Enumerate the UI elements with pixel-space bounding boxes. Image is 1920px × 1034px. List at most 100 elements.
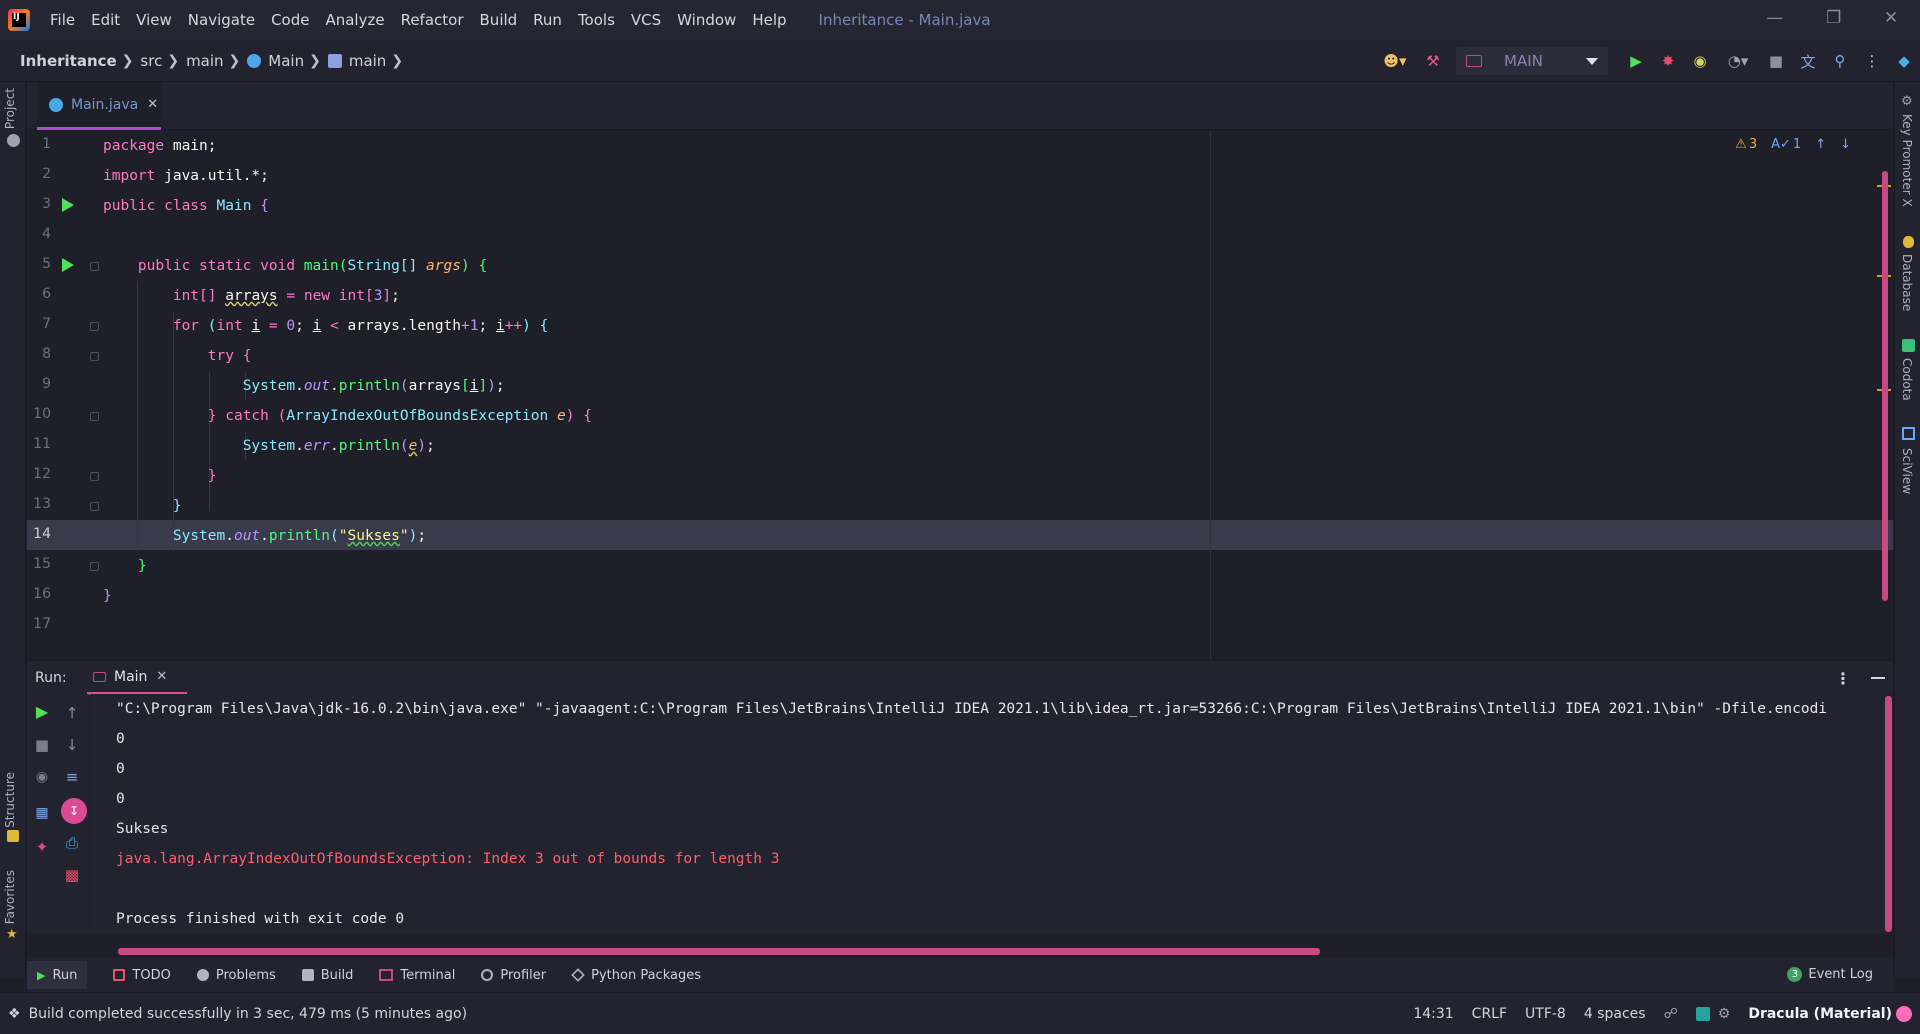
console-line: Process finished with exit code 0: [116, 911, 405, 927]
indent-setting[interactable]: 4 spaces: [1584, 1006, 1646, 1022]
inspection-widget[interactable]: ⚠ 3 A✓ 1 ↑ ↓: [1735, 137, 1851, 152]
database-tool-tab[interactable]: Database: [1900, 254, 1914, 311]
key-promoter-tool-tab[interactable]: Key Promoter X: [1900, 114, 1914, 207]
structure-tool-tab[interactable]: Structure: [3, 772, 17, 828]
code-editor[interactable]: 1 2 3 4 5 6 7 8 9 10 11 12 13 14 15 16 1…: [27, 131, 1893, 659]
code-with-me-icon[interactable]: ☻▾: [1380, 52, 1410, 70]
soft-wrap-icon[interactable]: ≡: [61, 766, 83, 788]
menu-refactor[interactable]: Refactor: [393, 11, 472, 29]
tool-tab-build[interactable]: Build: [301, 968, 353, 983]
tool-tab-event-log[interactable]: 3 Event Log: [1787, 967, 1873, 982]
menu-view[interactable]: View: [128, 11, 180, 29]
rerun-icon[interactable]: ▶: [31, 700, 53, 722]
caret-position[interactable]: 14:31: [1413, 1006, 1453, 1022]
menu-vcs[interactable]: VCS: [623, 11, 669, 29]
menu-analyze[interactable]: Analyze: [317, 11, 392, 29]
file-encoding[interactable]: UTF-8: [1525, 1006, 1566, 1022]
menu-help[interactable]: Help: [744, 11, 794, 29]
editor-scrollbar[interactable]: [1882, 171, 1888, 601]
favorites-tool-tab[interactable]: Favorites: [3, 870, 17, 924]
console-output[interactable]: "C:\Program Files\Java\jdk-16.0.2\bin\ja…: [90, 694, 1892, 934]
tool-tab-todo[interactable]: TODO: [113, 968, 171, 983]
profile-icon[interactable]: ◔▾: [1723, 52, 1753, 70]
breadcrumb-class[interactable]: Main: [268, 52, 304, 70]
tool-tab-python-packages[interactable]: Python Packages: [571, 968, 701, 983]
tool-tab-profiler[interactable]: Profiler: [481, 968, 546, 983]
fold-icon[interactable]: [90, 412, 99, 421]
console-horizontal-scrollbar[interactable]: [118, 948, 1320, 955]
code-line-11: System.err.println(e);: [242, 438, 435, 454]
tab-main-java[interactable]: Main.java ✕: [37, 82, 161, 130]
fold-icon[interactable]: [90, 352, 99, 361]
lock-icon[interactable]: ☍: [1664, 1006, 1678, 1022]
memory-icon[interactable]: ⚙: [1718, 1006, 1731, 1022]
debug-icon[interactable]: ✸: [1659, 52, 1677, 70]
scroll-up-icon[interactable]: ↑: [61, 702, 83, 724]
pin-icon[interactable]: ✦: [31, 836, 53, 858]
menu-window[interactable]: Window: [669, 11, 744, 29]
plugin-icon[interactable]: ◆: [1895, 52, 1913, 70]
breadcrumb-package[interactable]: main: [186, 52, 223, 70]
trash-icon[interactable]: ▩: [61, 864, 83, 886]
tool-tab-run[interactable]: ▶ Run: [27, 961, 88, 989]
fold-icon[interactable]: [90, 562, 99, 571]
run-icon[interactable]: ▶: [1627, 52, 1645, 70]
run-with-coverage-icon[interactable]: ◉: [1691, 52, 1709, 70]
more-actions-icon[interactable]: ⋮: [1863, 52, 1881, 70]
previous-highlight-icon[interactable]: ↑: [1815, 137, 1826, 152]
menu-build[interactable]: Build: [472, 11, 526, 29]
run-configuration-select[interactable]: MAIN: [1456, 47, 1608, 75]
line-number: 15: [33, 556, 51, 572]
camera-icon[interactable]: ◉: [31, 766, 53, 788]
close-window-icon[interactable]: ✕: [1884, 8, 1898, 28]
menu-tools[interactable]: Tools: [570, 11, 623, 29]
print-icon[interactable]: ⎙: [61, 832, 83, 854]
sciview-tool-tab[interactable]: SciView: [1900, 448, 1914, 494]
tool-tab-terminal[interactable]: Terminal: [379, 968, 455, 983]
navigation-bar: Inheritance ❯ src ❯ main ❯ Main ❯ main ❯…: [0, 40, 1920, 82]
stop-icon[interactable]: ■: [31, 734, 53, 756]
fold-icon[interactable]: [90, 262, 99, 271]
layout-icon[interactable]: ▦: [31, 802, 53, 824]
theme-name[interactable]: Dracula (Material): [1748, 1006, 1892, 1022]
menu-run[interactable]: Run: [525, 11, 570, 29]
translate-icon[interactable]: 文: [1799, 52, 1817, 71]
line-separator[interactable]: CRLF: [1472, 1006, 1507, 1022]
project-tool-tab[interactable]: Project: [3, 88, 17, 129]
breadcrumb-project[interactable]: Inheritance: [20, 52, 117, 70]
fold-icon[interactable]: [90, 322, 99, 331]
scroll-down-icon[interactable]: ↓: [61, 734, 83, 756]
menu-edit[interactable]: Edit: [83, 11, 128, 29]
codota-tool-tab[interactable]: Codota: [1900, 358, 1914, 401]
more-options-icon[interactable]: ⋮: [1835, 669, 1851, 688]
todo-icon: [113, 969, 126, 981]
status-message[interactable]: Build completed successfully in 3 sec, 4…: [29, 1006, 467, 1022]
stop-icon[interactable]: ■: [1767, 52, 1785, 70]
scroll-to-end-icon[interactable]: ↧: [61, 798, 87, 824]
terminal-status-icon[interactable]: [1695, 1007, 1710, 1021]
run-tab-main[interactable]: Main ✕: [87, 661, 187, 695]
console-scrollbar[interactable]: [1885, 696, 1892, 932]
next-highlight-icon[interactable]: ↓: [1840, 137, 1851, 152]
run-class-gutter-icon[interactable]: [62, 198, 74, 212]
breadcrumb-method[interactable]: main: [349, 52, 386, 70]
fold-icon[interactable]: [90, 472, 99, 481]
run-method-gutter-icon[interactable]: [62, 258, 74, 272]
run-tab-label: Main: [114, 668, 148, 685]
fold-icon[interactable]: [90, 502, 99, 511]
close-icon[interactable]: ✕: [156, 669, 167, 684]
editor-gutter[interactable]: 1 2 3 4 5 6 7 8 9 10 11 12 13 14 15 16 1…: [27, 131, 99, 659]
menu-navigate[interactable]: Navigate: [180, 11, 263, 29]
restore-window-icon[interactable]: ❐: [1826, 8, 1841, 28]
theme-icon[interactable]: [1896, 1006, 1912, 1022]
menu-code[interactable]: Code: [263, 11, 317, 29]
breadcrumb-src[interactable]: src: [140, 52, 162, 70]
minimize-panel-icon[interactable]: [1871, 677, 1885, 679]
minimize-window-icon[interactable]: —: [1766, 8, 1783, 28]
close-icon[interactable]: ✕: [147, 97, 158, 112]
menu-file[interactable]: File: [42, 11, 83, 29]
build-hammer-icon[interactable]: ⚒: [1424, 52, 1442, 70]
intellij-logo-icon[interactable]: IJ: [8, 9, 30, 31]
tool-tab-problems[interactable]: Problems: [196, 968, 276, 983]
search-icon[interactable]: ⚲: [1831, 52, 1849, 70]
